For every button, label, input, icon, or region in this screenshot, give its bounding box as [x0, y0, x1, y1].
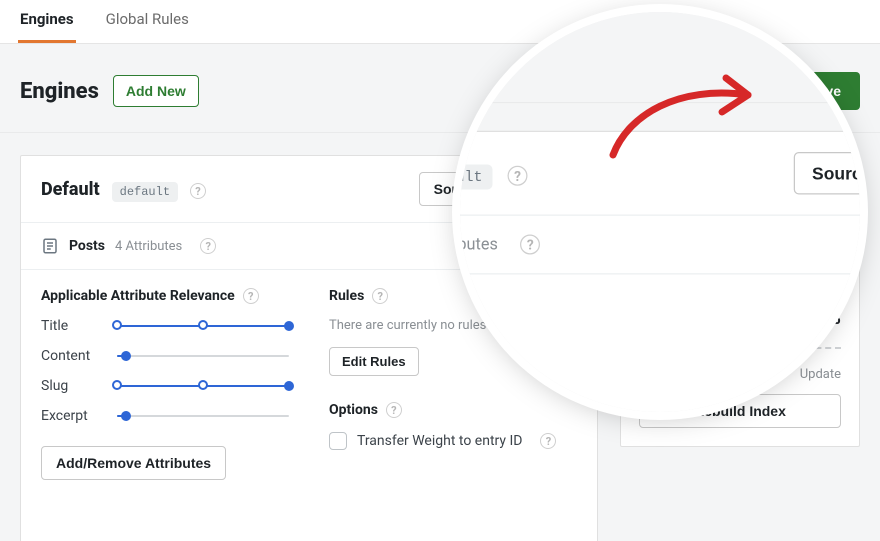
weight-slider[interactable] — [117, 379, 289, 393]
help-icon[interactable]: ? — [372, 288, 388, 304]
tab-engines[interactable]: Engines — [18, 0, 76, 43]
weight-slider[interactable] — [117, 409, 289, 423]
attr-label: Content — [41, 348, 103, 364]
attr-label: Title — [41, 318, 103, 334]
attr-row-content: Content — [41, 348, 289, 364]
help-icon[interactable]: ? — [243, 288, 259, 304]
add-new-button[interactable]: Add New — [113, 75, 199, 107]
engine-slug: default — [112, 182, 178, 202]
help-icon[interactable]: ? — [190, 183, 206, 199]
checkbox-icon[interactable] — [329, 432, 347, 450]
post-icon — [41, 237, 59, 255]
add-remove-attributes-button[interactable]: Add/Remove Attributes — [41, 446, 226, 480]
annotation-arrow — [598, 60, 778, 170]
help-icon[interactable]: ? — [386, 402, 402, 418]
option-transfer-weight[interactable]: Transfer Weight to entry ID ? — [329, 432, 577, 450]
source-attr-count: 4 Attributes — [115, 239, 182, 254]
attr-row-slug: Slug — [41, 378, 289, 394]
weight-slider[interactable] — [117, 349, 289, 363]
page-title: Engines — [20, 79, 99, 104]
engine-name: Default — [41, 179, 100, 200]
help-icon[interactable]: ? — [540, 433, 556, 449]
edit-rules-button[interactable]: Edit Rules — [329, 347, 419, 376]
attributes-heading: Applicable Attribute Relevance ? — [41, 288, 289, 304]
attr-label: Slug — [41, 378, 103, 394]
source-label: Posts — [69, 238, 105, 254]
tab-global-rules[interactable]: Global Rules — [104, 0, 191, 43]
weight-slider[interactable] — [117, 319, 289, 333]
option-label: Transfer Weight to entry ID — [357, 433, 522, 449]
help-icon[interactable]: ? — [200, 238, 216, 254]
attr-label: Excerpt — [41, 408, 103, 424]
attr-row-excerpt: Excerpt — [41, 408, 289, 424]
attr-row-title: Title — [41, 318, 289, 334]
